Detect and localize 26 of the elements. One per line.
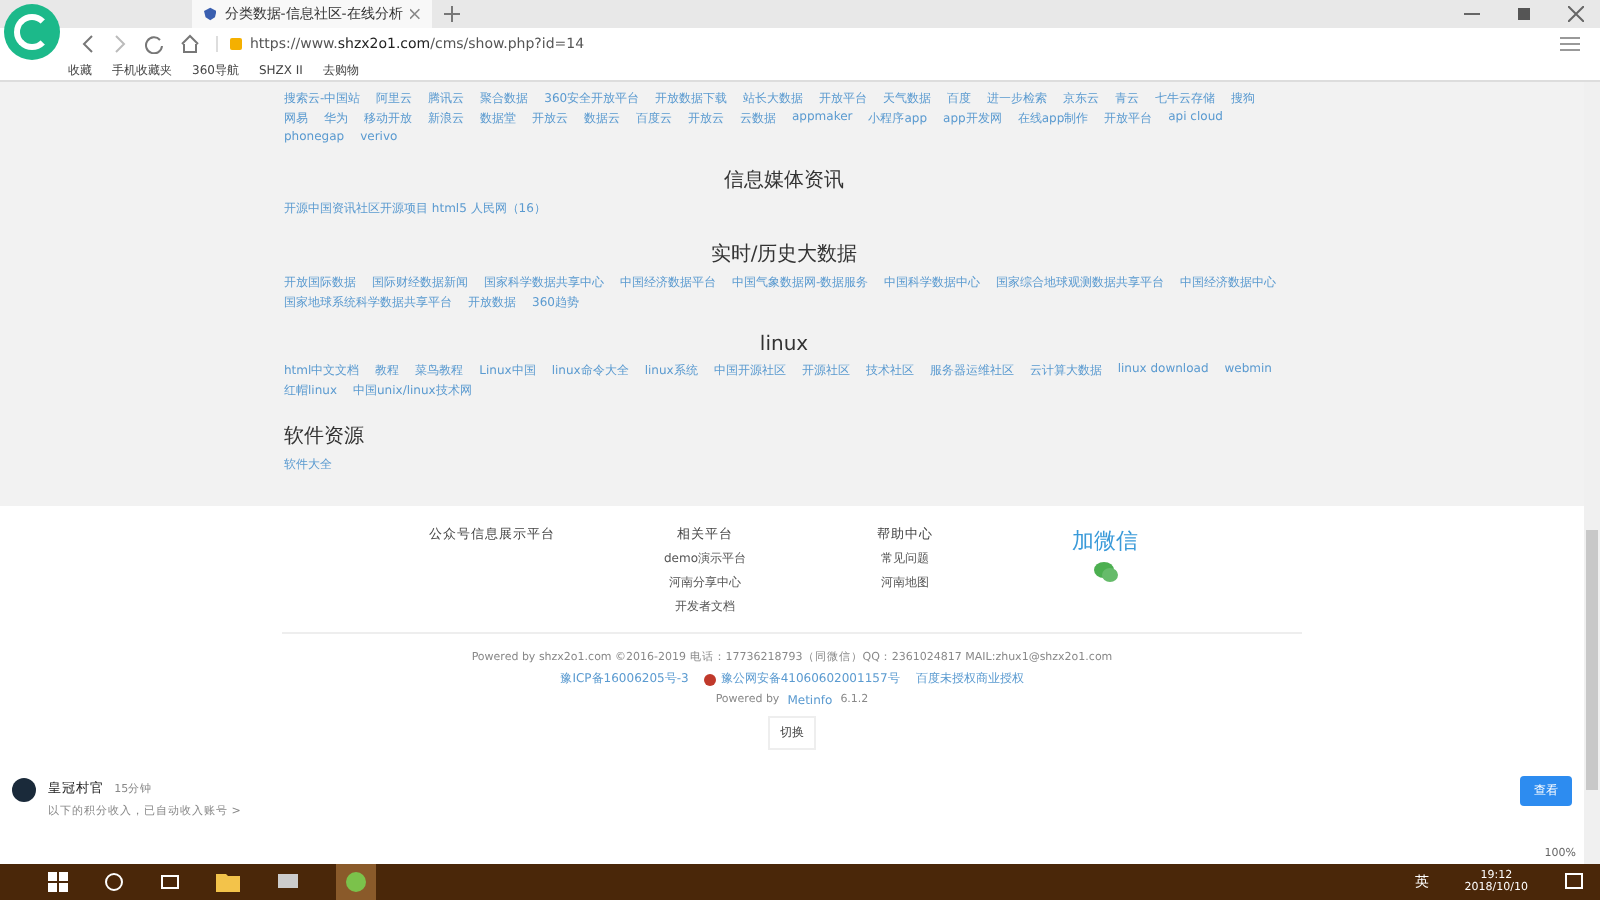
wechat-title: 加微信 [1072, 526, 1138, 556]
shield-icon [204, 6, 217, 22]
windows-start-icon[interactable] [48, 872, 68, 892]
scrollbar-thumb[interactable] [1586, 530, 1598, 790]
section-heading: 软件资源 [284, 424, 366, 450]
search-icon[interactable] [104, 872, 124, 892]
section-heading: linux [757, 334, 811, 356]
folder-icon[interactable] [216, 872, 240, 892]
browser-taskbar-button[interactable] [336, 864, 376, 900]
close-icon[interactable] [1568, 6, 1584, 22]
computer-icon[interactable] [276, 872, 300, 892]
refresh-icon[interactable] [144, 34, 164, 54]
back-icon[interactable] [80, 34, 96, 54]
menu-icon[interactable] [1560, 36, 1580, 52]
section-heading: 信息媒体资讯 [722, 167, 846, 194]
restore-icon[interactable] [1516, 6, 1532, 22]
close-icon[interactable] [410, 8, 420, 20]
task-view-icon[interactable] [160, 872, 180, 892]
browser-logo-icon[interactable] [4, 4, 60, 60]
wechat-icon[interactable] [1093, 562, 1117, 582]
notification-icon[interactable] [1564, 872, 1584, 892]
police-badge-icon [704, 673, 717, 685]
plus-icon[interactable] [444, 6, 460, 22]
avatar-icon [12, 778, 36, 802]
section-heading: 实时/历史大数据 [708, 241, 860, 268]
home-icon[interactable] [180, 34, 200, 54]
